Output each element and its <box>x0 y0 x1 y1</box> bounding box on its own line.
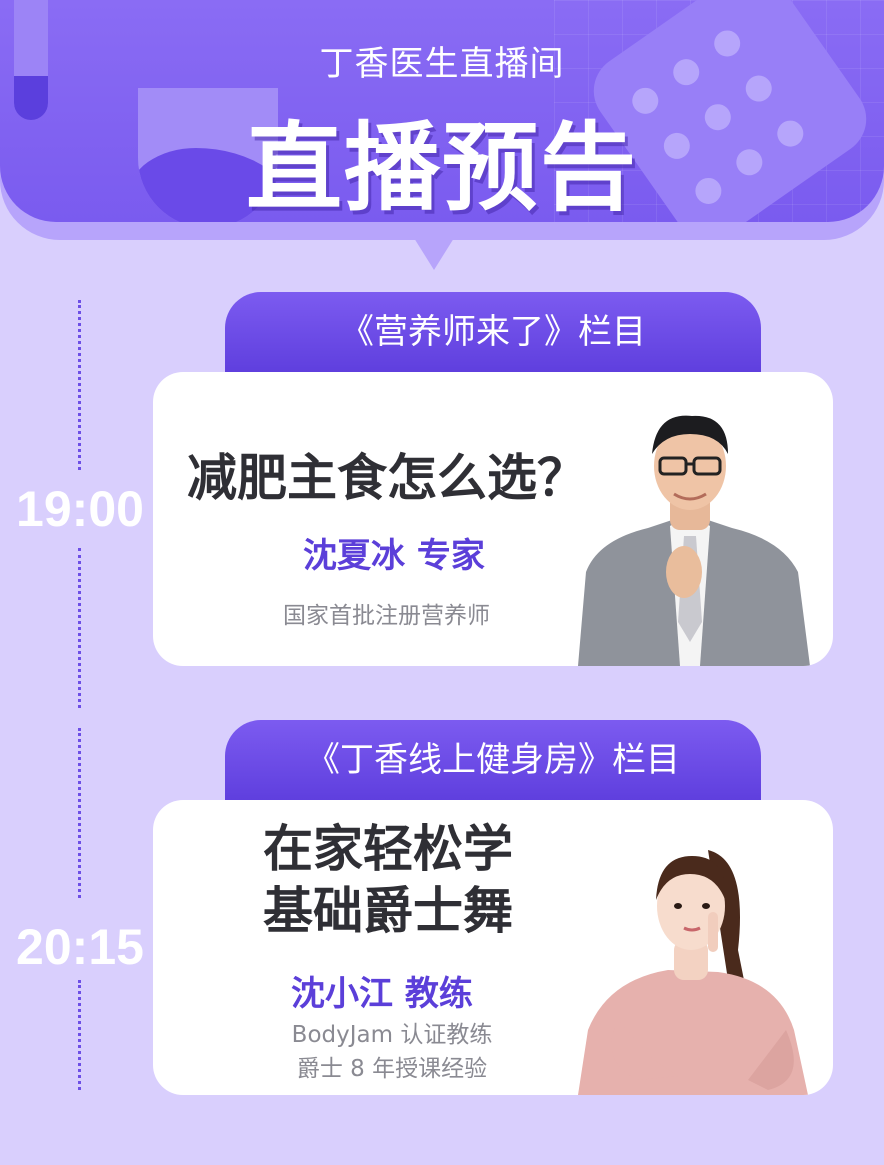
program-title: 减肥主食怎么选？ <box>187 449 587 507</box>
host-portrait <box>578 415 810 666</box>
timeline-line <box>78 980 81 1090</box>
program-card[interactable]: 减肥主食怎么选？ 沈夏冰 专家 国家首批注册营养师 <box>153 372 833 666</box>
program-column-tab: 《营养师来了》栏目 <box>225 292 761 372</box>
banner-title: 直播预告 <box>246 112 638 222</box>
host-description: BodyJam 认证教练 爵士 8 年授课经验 <box>291 1022 493 1082</box>
program-card[interactable]: 在家轻松学 基础爵士舞 沈小江 教练 BodyJam 认证教练 爵士 8 年授课… <box>153 800 833 1095</box>
host-description: 国家首批注册营养师 <box>283 603 490 629</box>
timeline-line <box>78 728 81 898</box>
program-time: 20:15 <box>16 919 144 975</box>
program-time: 19:00 <box>16 481 144 537</box>
banner-background: 丁香医生直播间 直播预告 <box>0 0 884 222</box>
host-name: 沈小江 教练 <box>291 974 473 1014</box>
host-name: 沈夏冰 专家 <box>303 536 485 576</box>
timeline-line <box>78 548 81 708</box>
timeline-line <box>78 300 81 470</box>
program-column-tab: 《丁香线上健身房》栏目 <box>225 720 761 800</box>
banner-subtitle: 丁香医生直播间 <box>319 44 565 84</box>
banner-pointer <box>414 238 454 270</box>
header-banner: 丁香医生直播间 直播预告 <box>0 0 884 240</box>
host-portrait <box>578 850 808 1095</box>
program-title: 在家轻松学 基础爵士舞 <box>263 820 513 940</box>
